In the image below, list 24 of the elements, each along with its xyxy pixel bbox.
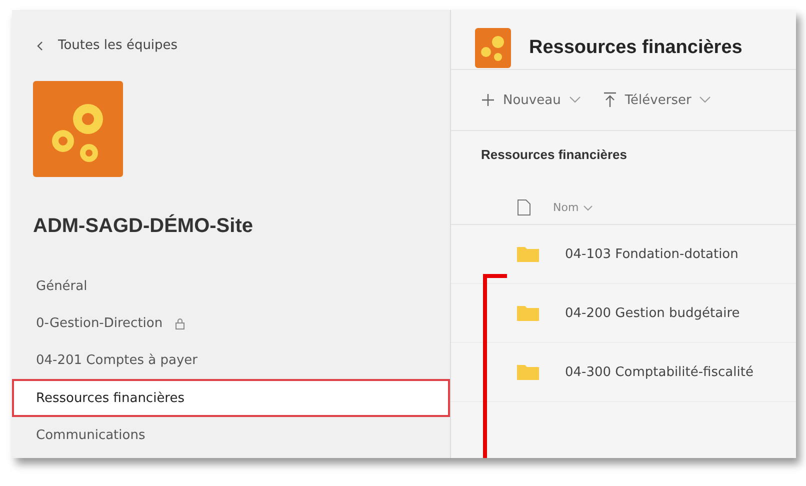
toolbar-button[interactable]: Téléverser: [602, 92, 712, 108]
channel-title: Ressources financières: [529, 37, 742, 59]
team-name: ADM-SAGD-DÉMO-Site: [33, 215, 254, 238]
channel-item[interactable]: Ressources financières: [12, 379, 450, 417]
back-chevron-icon: [36, 40, 44, 50]
channel-item[interactable]: Communications: [12, 417, 450, 454]
folder-link[interactable]: 04-300 Comptabilité-fiscalité: [565, 364, 754, 380]
upload-arrow-icon: [602, 92, 617, 108]
toolbar-button[interactable]: Nouveau: [481, 92, 581, 108]
plus-icon: [481, 93, 495, 107]
folder-icon: [517, 246, 539, 262]
channel-item[interactable]: Général: [12, 268, 450, 305]
channel-item[interactable]: 0-Gestion-Direction: [12, 305, 450, 342]
back-link[interactable]: Toutes les équipes: [12, 38, 450, 53]
folder-icon: [517, 364, 539, 380]
channel-item[interactable]: 04-201 Comptes à payer: [12, 342, 450, 379]
file-icon: [517, 199, 531, 216]
chevron-down-icon: [568, 96, 581, 104]
chevron-down-icon: [582, 204, 593, 210]
breadcrumb: Ressources financières: [480, 146, 628, 164]
folder-link[interactable]: 04-200 Gestion budgétaire: [565, 306, 740, 320]
folder-icon: [517, 305, 539, 321]
folder-link[interactable]: 04-103 Fondation-dotation: [565, 246, 738, 262]
chevron-down-icon: [699, 96, 712, 104]
